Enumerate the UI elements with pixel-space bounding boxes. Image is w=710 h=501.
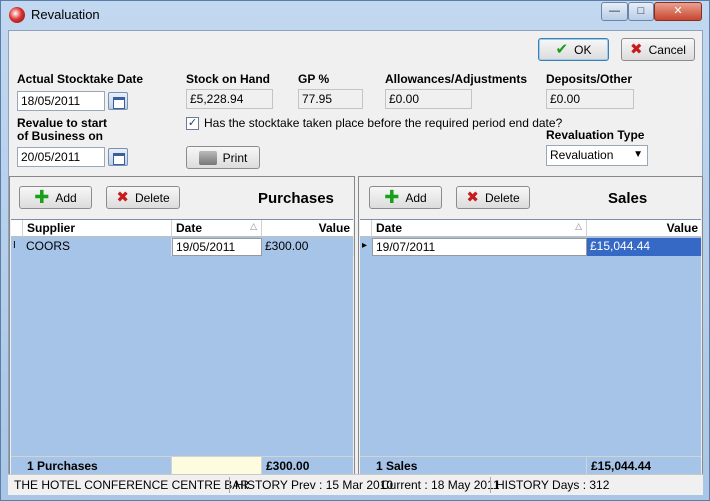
calendar-icon[interactable]	[108, 92, 128, 110]
revaluation-type-label: Revaluation Type	[546, 128, 645, 142]
cross-icon: ✖	[116, 189, 129, 206]
column-header-supplier[interactable]: Supplier	[23, 220, 172, 237]
value-cell[interactable]: £15,044.44	[587, 238, 702, 256]
print-button[interactable]: Print	[186, 146, 260, 169]
gp-label: GP %	[298, 72, 330, 86]
period-end-checkbox[interactable]: ✓	[186, 117, 199, 130]
cancel-label: Cancel	[648, 42, 686, 57]
status-divider	[229, 477, 230, 493]
stocktake-date-field[interactable]: 18/05/2011	[17, 91, 105, 111]
purchases-panel: ✚ Add ✖ Delete Purchases Supplier Date △	[9, 176, 355, 476]
title-bar: Revaluation — □ ✕	[1, 1, 709, 29]
delete-sale-button[interactable]: ✖ Delete	[456, 186, 530, 209]
allowances-field: £0.00	[385, 89, 472, 109]
revaluation-window: Revaluation — □ ✕ ✔ OK ✖ Cancel Actual S…	[0, 0, 710, 501]
column-header-value[interactable]: Value	[262, 220, 354, 237]
value-cell[interactable]: £300.00	[262, 238, 354, 256]
row-selector-header	[11, 220, 23, 237]
add-sale-button[interactable]: ✚ Add	[369, 186, 442, 209]
delete-purchase-button[interactable]: ✖ Delete	[106, 186, 180, 209]
table-row[interactable]: I COORS 19/05/2011 £300.00	[11, 238, 354, 256]
status-bar: THE HOTEL CONFERENCE CENTRE BAR HISTORY …	[8, 474, 703, 495]
column-header-date-label: Date	[376, 221, 403, 235]
minimize-button[interactable]: —	[601, 2, 628, 21]
ok-label: OK	[574, 42, 592, 57]
revalue-label-line2: of Business on	[17, 129, 104, 143]
revalue-date-field[interactable]: 20/05/2011	[17, 147, 105, 167]
add-purchase-button[interactable]: ✚ Add	[19, 186, 92, 209]
revalue-label-line1: Revalue to start	[17, 116, 108, 130]
supplier-cell[interactable]: COORS	[23, 238, 172, 256]
app-icon	[9, 7, 25, 23]
add-sale-label: Add	[405, 190, 427, 205]
status-current: Current : 18 May 2011	[381, 478, 500, 492]
column-header-value[interactable]: Value	[587, 220, 702, 237]
status-divider	[490, 477, 491, 493]
current-row-icon: ▸	[362, 240, 368, 251]
plus-icon: ✚	[34, 187, 50, 207]
revaluation-type-select[interactable]: Revaluation ▼	[546, 145, 648, 166]
column-header-date[interactable]: Date △	[172, 220, 262, 237]
deposits-field: £0.00	[546, 89, 634, 109]
cross-icon: ✖	[466, 189, 479, 206]
purchases-grid: Supplier Date △ Value I COORS 19/05/2011…	[11, 219, 354, 476]
close-button[interactable]: ✕	[654, 2, 702, 21]
purchases-grid-header: Supplier Date △ Value	[11, 220, 353, 237]
edit-cursor-icon: I	[13, 240, 16, 251]
window-title: Revaluation	[31, 7, 100, 22]
add-purchase-label: Add	[55, 190, 77, 205]
allowances-label: Allowances/Adjustments	[385, 72, 528, 86]
sales-toolbar: ✚ Add ✖ Delete Sales	[359, 177, 702, 219]
calendar-icon[interactable]	[108, 148, 128, 166]
date-cell[interactable]: 19/07/2011	[372, 238, 587, 256]
period-end-checkbox-label: Has the stocktake taken place before the…	[204, 116, 563, 130]
maximize-button[interactable]: □	[628, 2, 654, 21]
status-location: THE HOTEL CONFERENCE CENTRE BAR	[14, 478, 249, 492]
sales-grid: Date △ Value ▸ 19/07/2011 £15,044.44 1 S…	[360, 219, 702, 476]
delete-purchase-label: Delete	[134, 190, 170, 205]
revaluation-type-value: Revaluation	[550, 148, 614, 162]
table-row[interactable]: ▸ 19/07/2011 £15,044.44	[360, 238, 702, 256]
cross-icon: ✖	[630, 41, 643, 58]
sales-title: Sales	[608, 190, 648, 207]
column-header-date-label: Date	[176, 221, 203, 235]
printer-icon	[198, 150, 217, 165]
status-history-days: HISTORY Days : 312	[496, 478, 610, 492]
gp-field: 77.95	[298, 89, 363, 109]
plus-icon: ✚	[384, 187, 400, 207]
stock-on-hand-field: £5,228.94	[186, 89, 273, 109]
purchases-toolbar: ✚ Add ✖ Delete Purchases	[10, 177, 354, 219]
sales-grid-header: Date △ Value	[360, 220, 701, 237]
ok-button[interactable]: ✔ OK	[538, 38, 609, 61]
row-selector-header	[360, 220, 372, 237]
purchases-title: Purchases	[258, 190, 334, 207]
dialog-body: ✔ OK ✖ Cancel Actual Stocktake Date 18/0…	[8, 30, 703, 495]
sales-panel: ✚ Add ✖ Delete Sales Date △ Value ▸ 19/0…	[358, 176, 703, 476]
chevron-down-icon: ▼	[633, 149, 643, 160]
stock-on-hand-label: Stock on Hand	[186, 72, 271, 86]
cancel-button[interactable]: ✖ Cancel	[621, 38, 695, 61]
sort-icon: △	[575, 221, 582, 231]
column-header-date[interactable]: Date △	[372, 220, 587, 237]
purchases-footer: 1 Purchases £300.00	[11, 456, 353, 476]
sort-icon: △	[250, 221, 257, 231]
stocktake-date-label: Actual Stocktake Date	[17, 72, 144, 86]
print-label: Print	[222, 150, 248, 165]
sales-footer: 1 Sales £15,044.44	[360, 456, 701, 476]
delete-sale-label: Delete	[484, 190, 520, 205]
check-icon: ✔	[555, 41, 569, 58]
deposits-label: Deposits/Other	[546, 72, 633, 86]
date-cell[interactable]: 19/05/2011	[172, 238, 262, 256]
status-history-prev: HISTORY Prev : 15 Mar 2010	[235, 478, 394, 492]
